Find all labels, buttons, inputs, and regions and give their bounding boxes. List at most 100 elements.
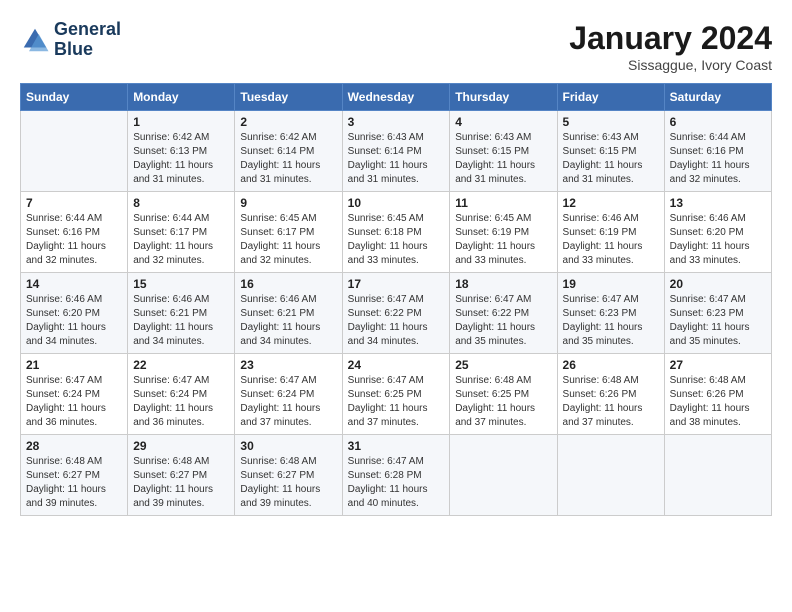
day-info: Sunrise: 6:47 AMSunset: 6:24 PMDaylight:… [240,374,336,430]
month-title: January 2024 [569,20,772,57]
weekday-header-wednesday: Wednesday [342,84,450,111]
logo-icon [20,25,50,55]
calendar-cell [557,435,664,516]
calendar-cell: 20 Sunrise: 6:47 AMSunset: 6:23 PMDayligh… [664,273,771,354]
calendar-cell: 15 Sunrise: 6:46 AMSunset: 6:21 PMDayligh… [128,273,235,354]
day-info: Sunrise: 6:45 AMSunset: 6:18 PMDaylight:… [348,212,445,268]
day-info: Sunrise: 6:47 AMSunset: 6:24 PMDaylight:… [133,374,229,430]
calendar-cell: 7 Sunrise: 6:44 AMSunset: 6:16 PMDaylight… [21,192,128,273]
day-info: Sunrise: 6:46 AMSunset: 6:21 PMDaylight:… [133,293,229,349]
day-info: Sunrise: 6:45 AMSunset: 6:19 PMDaylight:… [455,212,551,268]
weekday-header-saturday: Saturday [664,84,771,111]
day-number: 13 [670,196,766,210]
day-number: 25 [455,358,551,372]
calendar-cell [21,111,128,192]
day-number: 22 [133,358,229,372]
weekday-header-thursday: Thursday [450,84,557,111]
logo-line2: Blue [54,40,121,60]
calendar-cell: 9Sunrise: 6:45 AMSunset: 6:17 PMDaylight… [235,192,342,273]
page-header: General Blue January 2024 Sissaggue, Ivo… [20,20,772,73]
day-info: Sunrise: 6:48 AMSunset: 6:27 PMDaylight:… [26,455,122,511]
day-number: 20 [670,277,766,291]
day-number: 11 [455,196,551,210]
title-area: January 2024 Sissaggue, Ivory Coast [569,20,772,73]
location: Sissaggue, Ivory Coast [569,57,772,73]
day-info: Sunrise: 6:43 AMSunset: 6:15 PMDaylight:… [563,131,659,187]
day-number: 7 [26,196,122,210]
day-info: Sunrise: 6:47 AMSunset: 6:23 PMDaylight:… [670,293,766,349]
day-info: Sunrise: 6:48 AMSunset: 6:27 PMDaylight:… [133,455,229,511]
day-number: 2 [240,115,336,129]
logo-text: General Blue [54,20,121,60]
day-number: 15 [133,277,229,291]
calendar-cell: 17 Sunrise: 6:47 AMSunset: 6:22 PMDayligh… [342,273,450,354]
day-info: Sunrise: 6:48 AMSunset: 6:27 PMDaylight:… [240,455,336,511]
calendar-cell: 10 Sunrise: 6:45 AMSunset: 6:18 PMDayligh… [342,192,450,273]
calendar-cell: 3Sunrise: 6:43 AMSunset: 6:14 PMDaylight… [342,111,450,192]
calendar-cell: 19Sunrise: 6:47 AMSunset: 6:23 PMDayligh… [557,273,664,354]
day-info: Sunrise: 6:46 AMSunset: 6:21 PMDaylight:… [240,293,336,349]
day-info: Sunrise: 6:44 AMSunset: 6:17 PMDaylight:… [133,212,229,268]
calendar-cell: 25Sunrise: 6:48 AMSunset: 6:25 PMDayligh… [450,354,557,435]
day-number: 6 [670,115,766,129]
calendar-cell [450,435,557,516]
calendar-cell: 27 Sunrise: 6:48 AMSunset: 6:26 PMDayligh… [664,354,771,435]
day-info: Sunrise: 6:44 AMSunset: 6:16 PMDaylight:… [26,212,122,268]
day-number: 16 [240,277,336,291]
day-number: 23 [240,358,336,372]
day-number: 30 [240,439,336,453]
day-number: 24 [348,358,445,372]
calendar-week-3: 14 Sunrise: 6:46 AMSunset: 6:20 PMDayligh… [21,273,772,354]
day-number: 18 [455,277,551,291]
calendar-cell: 5 Sunrise: 6:43 AMSunset: 6:15 PMDaylight… [557,111,664,192]
calendar-week-5: 28 Sunrise: 6:48 AMSunset: 6:27 PMDayligh… [21,435,772,516]
day-info: Sunrise: 6:46 AMSunset: 6:19 PMDaylight:… [563,212,659,268]
day-number: 5 [563,115,659,129]
day-number: 27 [670,358,766,372]
calendar-cell: 24 Sunrise: 6:47 AMSunset: 6:25 PMDayligh… [342,354,450,435]
day-info: Sunrise: 6:44 AMSunset: 6:16 PMDaylight:… [670,131,766,187]
day-number: 29 [133,439,229,453]
day-number: 26 [563,358,659,372]
day-info: Sunrise: 6:46 AMSunset: 6:20 PMDaylight:… [670,212,766,268]
calendar-cell: 30 Sunrise: 6:48 AMSunset: 6:27 PMDayligh… [235,435,342,516]
calendar-cell: 18Sunrise: 6:47 AMSunset: 6:22 PMDayligh… [450,273,557,354]
calendar-cell: 14 Sunrise: 6:46 AMSunset: 6:20 PMDayligh… [21,273,128,354]
calendar-cell: 11 Sunrise: 6:45 AMSunset: 6:19 PMDayligh… [450,192,557,273]
day-number: 4 [455,115,551,129]
day-info: Sunrise: 6:47 AMSunset: 6:28 PMDaylight:… [348,455,445,511]
day-number: 31 [348,439,445,453]
day-info: Sunrise: 6:47 AMSunset: 6:23 PMDaylight:… [563,293,659,349]
calendar-cell: 23 Sunrise: 6:47 AMSunset: 6:24 PMDayligh… [235,354,342,435]
day-info: Sunrise: 6:47 AMSunset: 6:24 PMDaylight:… [26,374,122,430]
day-info: Sunrise: 6:47 AMSunset: 6:25 PMDaylight:… [348,374,445,430]
day-info: Sunrise: 6:48 AMSunset: 6:26 PMDaylight:… [670,374,766,430]
calendar-cell: 6 Sunrise: 6:44 AMSunset: 6:16 PMDaylight… [664,111,771,192]
calendar-cell: 26 Sunrise: 6:48 AMSunset: 6:26 PMDayligh… [557,354,664,435]
day-number: 3 [348,115,445,129]
calendar-cell: 29 Sunrise: 6:48 AMSunset: 6:27 PMDayligh… [128,435,235,516]
logo: General Blue [20,20,121,60]
calendar-cell: 2 Sunrise: 6:42 AMSunset: 6:14 PMDaylight… [235,111,342,192]
day-number: 14 [26,277,122,291]
day-info: Sunrise: 6:46 AMSunset: 6:20 PMDaylight:… [26,293,122,349]
calendar-cell: 22 Sunrise: 6:47 AMSunset: 6:24 PMDayligh… [128,354,235,435]
weekday-header-sunday: Sunday [21,84,128,111]
calendar-cell: 28 Sunrise: 6:48 AMSunset: 6:27 PMDayligh… [21,435,128,516]
weekday-header-tuesday: Tuesday [235,84,342,111]
day-number: 10 [348,196,445,210]
calendar-cell [664,435,771,516]
day-info: Sunrise: 6:42 AMSunset: 6:13 PMDaylight:… [133,131,229,187]
day-number: 17 [348,277,445,291]
calendar-cell: 31 Sunrise: 6:47 AMSunset: 6:28 PMDayligh… [342,435,450,516]
day-number: 9 [240,196,336,210]
day-info: Sunrise: 6:42 AMSunset: 6:14 PMDaylight:… [240,131,336,187]
calendar-table: SundayMondayTuesdayWednesdayThursdayFrid… [20,83,772,516]
day-info: Sunrise: 6:47 AMSunset: 6:22 PMDaylight:… [348,293,445,349]
weekday-header-monday: Monday [128,84,235,111]
day-info: Sunrise: 6:48 AMSunset: 6:26 PMDaylight:… [563,374,659,430]
calendar-cell: 21Sunrise: 6:47 AMSunset: 6:24 PMDayligh… [21,354,128,435]
day-info: Sunrise: 6:43 AMSunset: 6:15 PMDaylight:… [455,131,551,187]
calendar-week-4: 21Sunrise: 6:47 AMSunset: 6:24 PMDayligh… [21,354,772,435]
day-number: 28 [26,439,122,453]
